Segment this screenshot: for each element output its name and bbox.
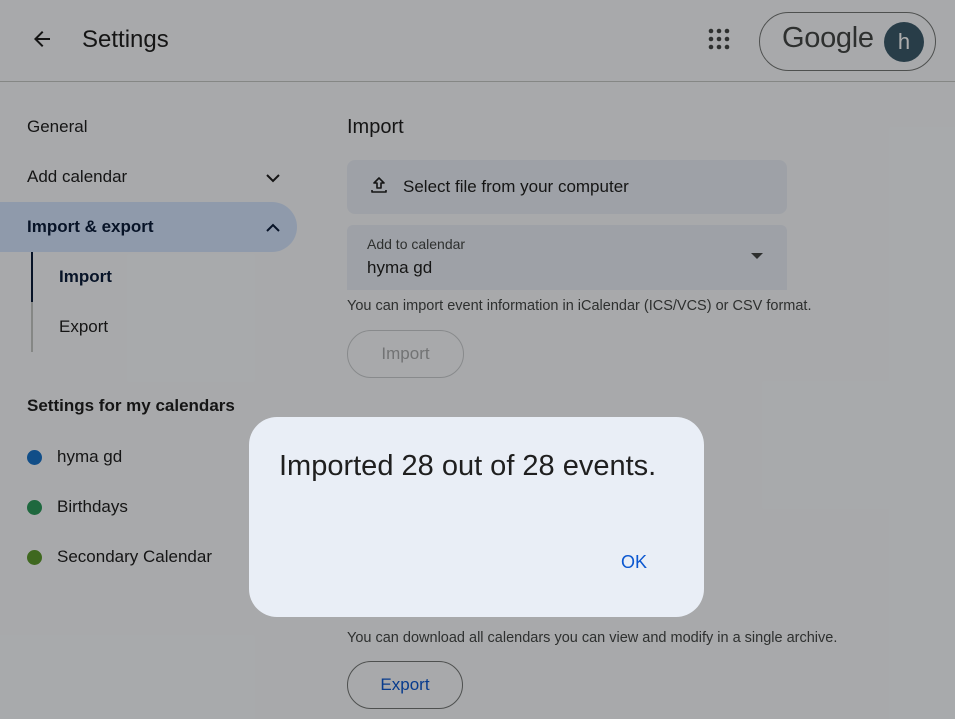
ok-button[interactable]: OK (602, 542, 666, 582)
dialog-message: Imported 28 out of 28 events. (279, 450, 657, 482)
import-result-dialog: Imported 28 out of 28 events. OK (249, 417, 704, 617)
